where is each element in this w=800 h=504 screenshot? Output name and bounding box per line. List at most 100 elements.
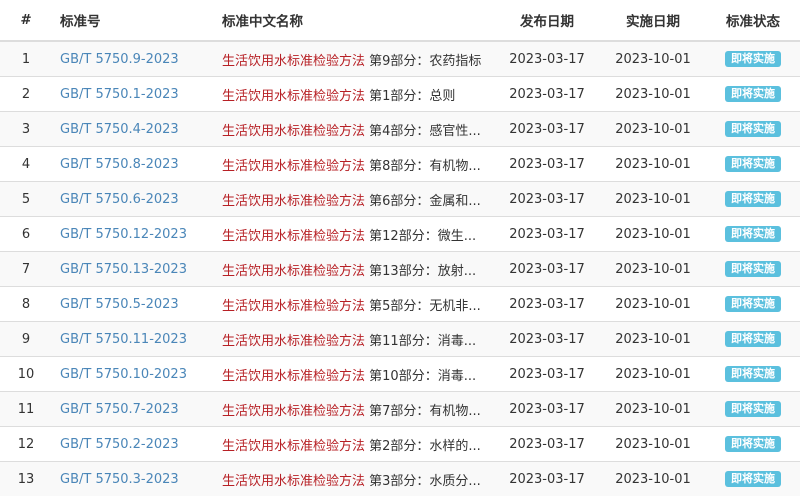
title-prefix-link[interactable]: 生活饮用水标准检验方法 <box>222 194 365 209</box>
table-row: 5 GB/T 5750.6-2023 生活饮用水标准检验方法 第6部分：金属和.… <box>0 181 800 217</box>
row-publish-date: 2023-03-17 <box>494 76 600 112</box>
row-standard-code-cell: GB/T 5750.5-2023 <box>52 286 214 322</box>
row-index: 5 <box>0 181 52 217</box>
row-standard-code-cell: GB/T 5750.12-2023 <box>52 216 214 252</box>
row-standard-code-cell: GB/T 5750.11-2023 <box>52 321 214 357</box>
row-index: 12 <box>0 426 52 462</box>
row-status-cell: 即将实施 <box>706 181 800 217</box>
title-part-text: 第5部分：无机非... <box>365 298 481 314</box>
title-part-text: 第9部分：农药指标 <box>365 53 482 69</box>
row-index: 2 <box>0 76 52 112</box>
title-prefix-link[interactable]: 生活饮用水标准检验方法 <box>222 159 365 174</box>
standard-code-link[interactable]: GB/T 5750.13-2023 <box>60 262 187 277</box>
row-status-cell: 即将实施 <box>706 76 800 112</box>
table-row: 12 GB/T 5750.2-2023 生活饮用水标准检验方法 第2部分：水样的… <box>0 426 800 462</box>
title-prefix-link[interactable]: 生活饮用水标准检验方法 <box>222 124 365 139</box>
status-badge: 即将实施 <box>725 226 781 242</box>
row-standard-code-cell: GB/T 5750.9-2023 <box>52 40 214 77</box>
status-badge: 即将实施 <box>725 471 781 487</box>
title-prefix-link[interactable]: 生活饮用水标准检验方法 <box>222 334 365 349</box>
table-row: 10 GB/T 5750.10-2023 生活饮用水标准检验方法 第10部分：消… <box>0 356 800 392</box>
title-part-text: 第13部分：放射... <box>365 263 477 279</box>
table-row: 11 GB/T 5750.7-2023 生活饮用水标准检验方法 第7部分：有机物… <box>0 391 800 427</box>
status-badge: 即将实施 <box>725 121 781 137</box>
row-status-cell: 即将实施 <box>706 286 800 322</box>
standard-code-link[interactable]: GB/T 5750.2-2023 <box>60 437 179 452</box>
row-index: 11 <box>0 391 52 427</box>
status-badge: 即将实施 <box>725 191 781 207</box>
table-row: 6 GB/T 5750.12-2023 生活饮用水标准检验方法 第12部分：微生… <box>0 216 800 252</box>
standard-code-link[interactable]: GB/T 5750.3-2023 <box>60 472 179 487</box>
status-badge: 即将实施 <box>725 156 781 172</box>
row-effective-date: 2023-10-01 <box>600 356 706 392</box>
row-publish-date: 2023-03-17 <box>494 321 600 357</box>
row-title-cell: 生活饮用水标准检验方法 第6部分：金属和... <box>214 181 494 217</box>
header-index: # <box>0 0 52 42</box>
title-prefix-link[interactable]: 生活饮用水标准检验方法 <box>222 369 365 384</box>
row-standard-code-cell: GB/T 5750.3-2023 <box>52 461 214 496</box>
row-index: 8 <box>0 286 52 322</box>
row-publish-date: 2023-03-17 <box>494 461 600 496</box>
header-chinese-title: 标准中文名称 <box>214 0 494 42</box>
standard-code-link[interactable]: GB/T 5750.1-2023 <box>60 87 179 102</box>
table-row: 1 GB/T 5750.9-2023 生活饮用水标准检验方法 第9部分：农药指标… <box>0 40 800 77</box>
title-part-text: 第10部分：消毒... <box>365 368 477 384</box>
title-prefix-link[interactable]: 生活饮用水标准检验方法 <box>222 229 365 244</box>
table-row: 7 GB/T 5750.13-2023 生活饮用水标准检验方法 第13部分：放射… <box>0 251 800 287</box>
row-publish-date: 2023-03-17 <box>494 426 600 462</box>
standard-code-link[interactable]: GB/T 5750.7-2023 <box>60 402 179 417</box>
row-index: 3 <box>0 111 52 147</box>
row-effective-date: 2023-10-01 <box>600 146 706 182</box>
title-part-text: 第1部分：总则 <box>365 88 456 104</box>
standard-code-link[interactable]: GB/T 5750.10-2023 <box>60 367 187 382</box>
row-title-cell: 生活饮用水标准检验方法 第8部分：有机物... <box>214 146 494 182</box>
row-standard-code-cell: GB/T 5750.4-2023 <box>52 111 214 147</box>
standard-code-link[interactable]: GB/T 5750.12-2023 <box>60 227 187 242</box>
row-status-cell: 即将实施 <box>706 426 800 462</box>
row-standard-code-cell: GB/T 5750.2-2023 <box>52 426 214 462</box>
row-effective-date: 2023-10-01 <box>600 461 706 496</box>
standard-code-link[interactable]: GB/T 5750.11-2023 <box>60 332 187 347</box>
standard-code-link[interactable]: GB/T 5750.6-2023 <box>60 192 179 207</box>
standard-code-link[interactable]: GB/T 5750.9-2023 <box>60 52 179 67</box>
row-publish-date: 2023-03-17 <box>494 356 600 392</box>
row-status-cell: 即将实施 <box>706 111 800 147</box>
status-badge: 即将实施 <box>725 86 781 102</box>
row-effective-date: 2023-10-01 <box>600 391 706 427</box>
title-part-text: 第6部分：金属和... <box>365 193 481 209</box>
title-prefix-link[interactable]: 生活饮用水标准检验方法 <box>222 439 365 454</box>
standard-code-link[interactable]: GB/T 5750.4-2023 <box>60 122 179 137</box>
status-badge: 即将实施 <box>725 436 781 452</box>
row-title-cell: 生活饮用水标准检验方法 第11部分：消毒... <box>214 321 494 357</box>
row-effective-date: 2023-10-01 <box>600 76 706 112</box>
standards-table: # 标准号 标准中文名称 发布日期 实施日期 标准状态 1 GB/T 5750.… <box>0 0 800 496</box>
row-standard-code-cell: GB/T 5750.13-2023 <box>52 251 214 287</box>
row-index: 4 <box>0 146 52 182</box>
row-standard-code-cell: GB/T 5750.8-2023 <box>52 146 214 182</box>
header-effective-date: 实施日期 <box>600 0 706 42</box>
title-prefix-link[interactable]: 生活饮用水标准检验方法 <box>222 54 365 69</box>
row-effective-date: 2023-10-01 <box>600 216 706 252</box>
row-status-cell: 即将实施 <box>706 251 800 287</box>
title-prefix-link[interactable]: 生活饮用水标准检验方法 <box>222 299 365 314</box>
table-row: 3 GB/T 5750.4-2023 生活饮用水标准检验方法 第4部分：感官性.… <box>0 111 800 147</box>
title-part-text: 第2部分：水样的... <box>365 438 481 454</box>
status-badge: 即将实施 <box>725 261 781 277</box>
title-prefix-link[interactable]: 生活饮用水标准检验方法 <box>222 89 365 104</box>
header-publish-date: 发布日期 <box>494 0 600 42</box>
status-badge: 即将实施 <box>725 296 781 312</box>
header-standard-code: 标准号 <box>52 0 214 42</box>
row-effective-date: 2023-10-01 <box>600 426 706 462</box>
title-prefix-link[interactable]: 生活饮用水标准检验方法 <box>222 264 365 279</box>
title-prefix-link[interactable]: 生活饮用水标准检验方法 <box>222 474 365 489</box>
row-status-cell: 即将实施 <box>706 461 800 496</box>
table-row: 2 GB/T 5750.1-2023 生活饮用水标准检验方法 第1部分：总则 2… <box>0 76 800 112</box>
title-part-text: 第7部分：有机物... <box>365 403 481 419</box>
status-badge: 即将实施 <box>725 331 781 347</box>
standard-code-link[interactable]: GB/T 5750.5-2023 <box>60 297 179 312</box>
row-publish-date: 2023-03-17 <box>494 286 600 322</box>
title-prefix-link[interactable]: 生活饮用水标准检验方法 <box>222 404 365 419</box>
row-index: 7 <box>0 251 52 287</box>
row-status-cell: 即将实施 <box>706 321 800 357</box>
standard-code-link[interactable]: GB/T 5750.8-2023 <box>60 157 179 172</box>
